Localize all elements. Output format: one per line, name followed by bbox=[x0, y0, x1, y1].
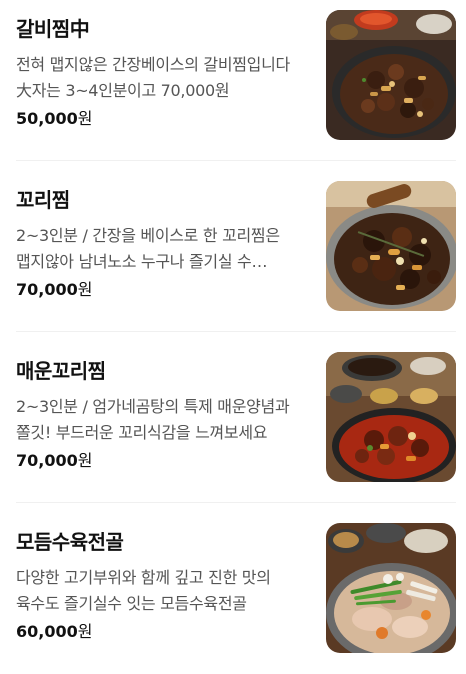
menu-item-description: 전혀 맵지않은 간장베이스의 갈비찜입니다 大자는 3~4인분이고 70,000… bbox=[16, 55, 290, 100]
assorted-boiled-beef-hotpot-photo[interactable] bbox=[326, 523, 456, 653]
menu-item[interactable]: 매운꼬리찜 2~3인분 / 엄가네곰탕의 특제 매운양념과 쫄깃! 부드러운 꼬… bbox=[16, 331, 456, 502]
menu-item-description: 다양한 고기부위와 함께 깊고 진한 맛의 육수도 즐기실수 잇는 모듬수육전골 bbox=[16, 568, 271, 613]
menu-item-name: 모듬수육전골 bbox=[16, 530, 124, 554]
menu-item[interactable]: 갈비찜中 전혀 맵지않은 간장베이스의 갈비찜입니다 大자는 3~4인분이고 7… bbox=[16, 0, 456, 160]
food-photo-illustration bbox=[326, 181, 456, 311]
menu-item-price: 50,000원 bbox=[16, 108, 308, 130]
menu-item-name: 갈비찜中 bbox=[16, 17, 90, 41]
food-photo-illustration bbox=[326, 352, 456, 482]
price-currency: 원 bbox=[77, 280, 93, 299]
price-value: 60,000 bbox=[16, 622, 78, 641]
menu-item[interactable]: 꼬리찜 2~3인분 / 간장을 베이스로 한 꼬리찜은 맵지않아 남녀노소 누구… bbox=[16, 160, 456, 331]
menu-item-price: 70,000원 bbox=[16, 450, 308, 472]
menu-item-description: 2~3인분 / 간장을 베이스로 한 꼬리찜은 맵지않아 남녀노소 누구나 즐기… bbox=[16, 226, 280, 271]
menu-list: 갈비찜中 전혀 맵지않은 간장베이스의 갈비찜입니다 大자는 3~4인분이고 7… bbox=[0, 0, 466, 673]
spicy-braised-oxtail-photo[interactable] bbox=[326, 352, 456, 482]
menu-item-info: 모듬수육전골 다양한 고기부위와 함께 깊고 진한 맛의 육수도 즐기실수 잇는… bbox=[16, 529, 308, 643]
price-value: 50,000 bbox=[16, 109, 78, 128]
menu-item[interactable]: 모듬수육전골 다양한 고기부위와 함께 깊고 진한 맛의 육수도 즐기실수 잇는… bbox=[16, 502, 456, 673]
menu-item-info: 매운꼬리찜 2~3인분 / 엄가네곰탕의 특제 매운양념과 쫄깃! 부드러운 꼬… bbox=[16, 358, 308, 472]
menu-item-description: 2~3인분 / 엄가네곰탕의 특제 매운양념과 쫄깃! 부드러운 꼬리식감을 느… bbox=[16, 397, 290, 442]
braised-oxtail-photo[interactable] bbox=[326, 181, 456, 311]
menu-item-name: 매운꼬리찜 bbox=[16, 359, 106, 383]
menu-item-price: 70,000원 bbox=[16, 279, 308, 301]
price-value: 70,000 bbox=[16, 451, 78, 470]
price-currency: 원 bbox=[77, 109, 93, 128]
price-value: 70,000 bbox=[16, 280, 78, 299]
menu-item-info: 꼬리찜 2~3인분 / 간장을 베이스로 한 꼬리찜은 맵지않아 남녀노소 누구… bbox=[16, 187, 308, 301]
menu-item-name: 꼬리찜 bbox=[16, 188, 70, 212]
menu-item-price: 60,000원 bbox=[16, 621, 308, 643]
price-currency: 원 bbox=[77, 622, 93, 641]
braised-short-ribs-photo[interactable] bbox=[326, 10, 456, 140]
menu-item-info: 갈비찜中 전혀 맵지않은 간장베이스의 갈비찜입니다 大자는 3~4인분이고 7… bbox=[16, 16, 308, 130]
food-photo-illustration bbox=[326, 523, 456, 653]
price-currency: 원 bbox=[77, 451, 93, 470]
food-photo-illustration bbox=[326, 10, 456, 140]
